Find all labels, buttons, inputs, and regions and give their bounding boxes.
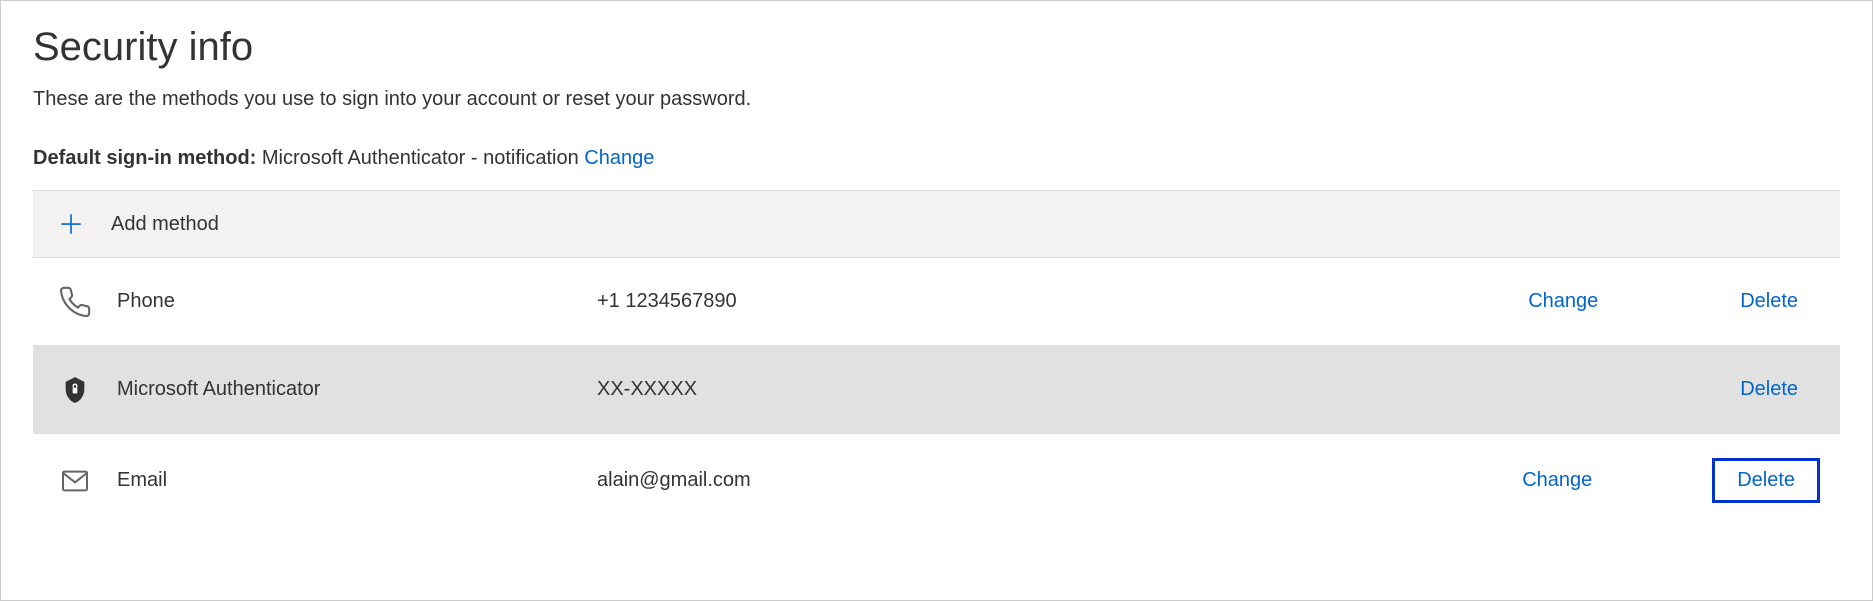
- method-name: Microsoft Authenticator: [117, 378, 597, 401]
- default-method-value: Microsoft Authenticator - notification: [262, 147, 579, 169]
- change-link[interactable]: Change: [1522, 469, 1712, 492]
- default-method-section: Default sign-in method: Microsoft Authen…: [1, 147, 1872, 190]
- method-value: alain@gmail.com: [597, 469, 1522, 492]
- default-method-label: Default sign-in method:: [33, 147, 256, 169]
- page-title: Security info: [33, 25, 1840, 70]
- phone-icon: [53, 285, 97, 319]
- page-subtitle: These are the methods you use to sign in…: [33, 88, 1840, 111]
- add-method-label: Add method: [111, 213, 219, 236]
- method-value: XX-XXXXX: [597, 378, 1528, 401]
- change-default-method-link[interactable]: Change: [584, 147, 654, 169]
- delete-link[interactable]: Delete: [1718, 370, 1820, 409]
- delete-link[interactable]: Delete: [1712, 458, 1820, 503]
- authenticator-icon: [53, 376, 97, 404]
- method-value: +1 1234567890: [597, 290, 1528, 313]
- method-name: Email: [117, 469, 597, 492]
- method-row-authenticator: Microsoft Authenticator XX-XXXXX Delete: [33, 345, 1840, 433]
- plus-icon: [49, 211, 93, 237]
- method-name: Phone: [117, 290, 597, 313]
- methods-list: Add method Phone +1 1234567890 Change De…: [33, 190, 1840, 527]
- add-method-button[interactable]: Add method: [33, 190, 1840, 257]
- method-row-phone: Phone +1 1234567890 Change Delete: [33, 257, 1840, 345]
- change-link[interactable]: Change: [1528, 290, 1718, 313]
- method-row-email: Email alain@gmail.com Change Delete: [33, 433, 1840, 527]
- delete-link[interactable]: Delete: [1718, 282, 1820, 321]
- email-icon: [53, 465, 97, 497]
